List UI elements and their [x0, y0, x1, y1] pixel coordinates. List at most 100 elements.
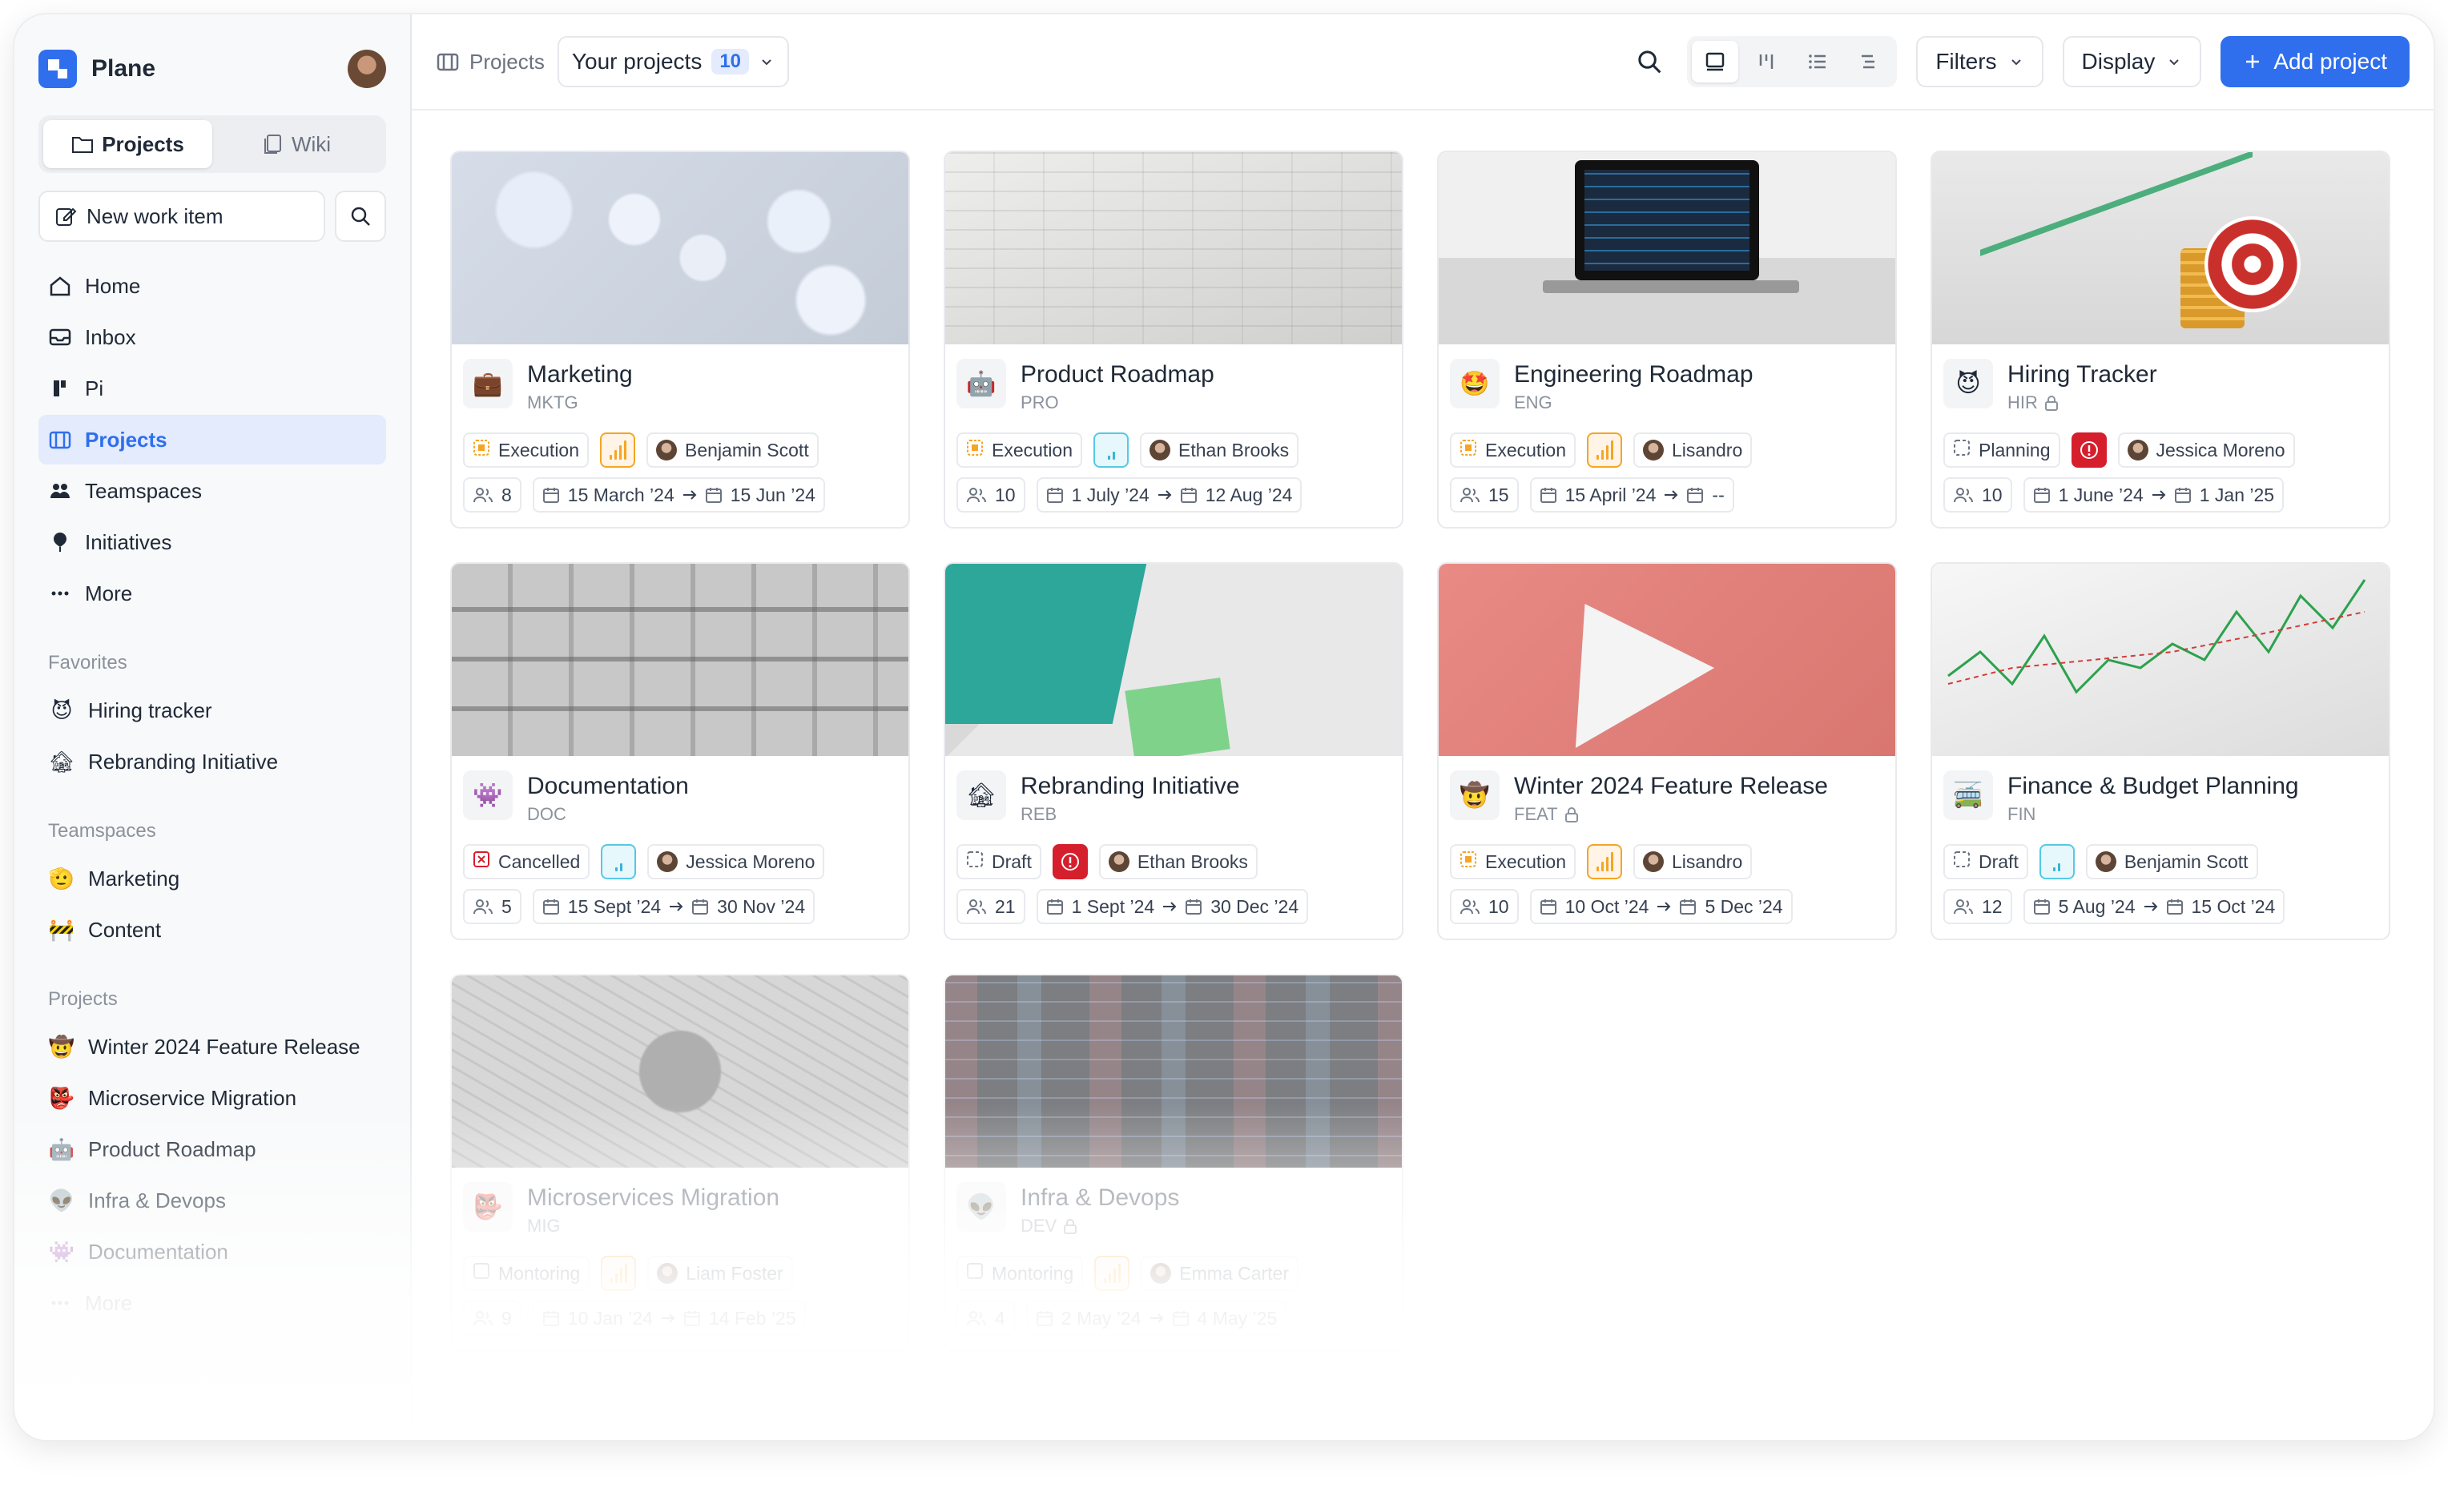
project-card[interactable]: 🤩 Engineering Roadmap ENG Execution Lisa… — [1437, 151, 1897, 529]
priority-urgent-icon[interactable] — [1052, 844, 1088, 879]
projects-more[interactable]: More — [38, 1278, 386, 1328]
priority-low-icon[interactable] — [1093, 432, 1129, 468]
project-date-range[interactable]: 15 March ’24 15 Jun ’24 — [532, 477, 825, 513]
user-avatar[interactable] — [348, 50, 386, 88]
project-card[interactable]: 👽 Infra & Devops DEV Montoring Emma Cart… — [944, 974, 1403, 1352]
new-work-item-button[interactable]: New work item — [38, 191, 325, 242]
tab-wiki[interactable]: Wiki — [212, 120, 381, 168]
project-members-button[interactable]: 15 — [1450, 477, 1519, 513]
project-filter-dropdown[interactable]: Your projects 10 — [557, 36, 790, 87]
favorite-item-hiring-tracker[interactable]: 😈 Hiring tracker — [38, 686, 386, 735]
nav-more[interactable]: More — [38, 569, 386, 618]
project-item-microservice-migration[interactable]: 👺 Microservice Migration — [38, 1073, 386, 1123]
workspace-switcher[interactable]: Plane — [38, 37, 386, 101]
project-date-range[interactable]: 2 May ’24 4 May ’25 — [1025, 1301, 1287, 1336]
project-state-label: Execution — [498, 439, 580, 460]
project-members-button[interactable]: 4 — [956, 1301, 1015, 1336]
teamspace-item-marketing[interactable]: 🫡 Marketing — [38, 854, 386, 903]
project-state-dropdown[interactable]: Montoring — [463, 1256, 590, 1291]
favorites-heading[interactable]: Favorites — [38, 645, 386, 681]
project-item-winter-2024[interactable]: 🤠 Winter 2024 Feature Release — [38, 1022, 386, 1072]
search-icon[interactable] — [1636, 48, 1663, 75]
project-lead-dropdown[interactable]: Jessica Moreno — [647, 844, 825, 879]
project-lead-dropdown[interactable]: Ethan Brooks — [1098, 844, 1258, 879]
priority-low-icon[interactable] — [2039, 844, 2075, 879]
project-card[interactable]: 🤖 Product Roadmap PRO Execution Ethan Br… — [944, 151, 1403, 529]
sidebar-search-button[interactable] — [335, 191, 386, 242]
priority-high-icon[interactable] — [1587, 432, 1623, 468]
project-lead-dropdown[interactable]: Benjamin Scott — [646, 432, 819, 468]
project-date-range[interactable]: 1 June ’24 1 Jan ’25 — [2023, 477, 2285, 513]
project-lead-dropdown[interactable]: Liam Foster — [647, 1256, 793, 1291]
project-lead-dropdown[interactable]: Ethan Brooks — [1140, 432, 1299, 468]
project-members-button[interactable]: 8 — [463, 477, 521, 513]
arrow-right-icon — [682, 490, 697, 500]
timeline-layout-button[interactable] — [1846, 41, 1892, 82]
project-members-button[interactable]: 21 — [956, 889, 1025, 924]
priority-high-icon[interactable] — [1094, 1256, 1130, 1291]
tab-projects[interactable]: Projects — [43, 120, 212, 168]
priority-high-icon[interactable] — [1587, 844, 1623, 879]
project-card[interactable]: 🚎 Finance & Budget Planning FIN Draft Be… — [1931, 562, 2390, 940]
favorite-item-rebranding-initiative[interactable]: 🏚 Rebranding Initiative — [38, 737, 386, 786]
nav-inbox[interactable]: Inbox — [38, 312, 386, 362]
priority-low-icon[interactable] — [601, 844, 637, 879]
project-lead-dropdown[interactable]: Emma Carter — [1141, 1256, 1299, 1291]
nav-home[interactable]: Home — [38, 261, 386, 311]
project-card[interactable]: 🏚 Rebranding Initiative REB Draft Ethan … — [944, 562, 1403, 940]
project-members-button[interactable]: 9 — [463, 1301, 521, 1336]
project-date-range[interactable]: 10 Oct ’24 5 Dec ’24 — [1529, 889, 1793, 924]
project-item-infra-devops[interactable]: 👽 Infra & Devops — [38, 1176, 386, 1225]
project-date-range[interactable]: 15 Sept ’24 30 Nov ’24 — [532, 889, 815, 924]
gallery-layout-button[interactable] — [1692, 41, 1739, 82]
project-members-button[interactable]: 12 — [1943, 889, 2012, 924]
nav-teamspaces[interactable]: Teamspaces — [38, 466, 386, 516]
project-card[interactable]: 👺 Microservices Migration MIG Montoring … — [450, 974, 910, 1352]
project-lead-dropdown[interactable]: Lisandro — [1633, 844, 1753, 879]
projects-more-label: More — [85, 1290, 133, 1315]
nav-projects[interactable]: Projects — [38, 415, 386, 464]
project-state-dropdown[interactable]: Draft — [1943, 844, 2028, 879]
nav-pi[interactable]: Pi — [38, 364, 386, 413]
priority-high-icon[interactable] — [600, 432, 636, 468]
project-state-dropdown[interactable]: Montoring — [956, 1256, 1084, 1291]
project-state-dropdown[interactable]: Execution — [463, 432, 590, 468]
project-members-button[interactable]: 10 — [956, 477, 1025, 513]
project-members-button[interactable]: 10 — [1450, 889, 1519, 924]
project-state-dropdown[interactable]: Execution — [956, 432, 1083, 468]
teamspaces-heading[interactable]: Teamspaces — [38, 814, 386, 849]
project-members-button[interactable]: 10 — [1943, 477, 2012, 513]
project-lead-dropdown[interactable]: Lisandro — [1633, 432, 1753, 468]
priority-high-icon[interactable] — [601, 1256, 637, 1291]
board-layout-button[interactable] — [1743, 41, 1790, 82]
teamspace-item-content[interactable]: 🚧 Content — [38, 905, 386, 955]
project-lead-dropdown[interactable]: Jessica Moreno — [2117, 432, 2295, 468]
project-date-range[interactable]: 10 Jan ’24 14 Feb ’25 — [532, 1301, 806, 1336]
list-layout-button[interactable] — [1794, 41, 1841, 82]
project-date-range[interactable]: 15 April ’24 -- — [1529, 477, 1734, 513]
project-card[interactable]: 🤠 Winter 2024 Feature Release FEAT Execu… — [1437, 562, 1897, 940]
project-date-range[interactable]: 5 Aug ’24 15 Oct ’24 — [2023, 889, 2285, 924]
project-card[interactable]: 😈 Hiring Tracker HIR Planning Jessica Mo… — [1931, 151, 2390, 529]
add-project-button[interactable]: Add project — [2221, 36, 2410, 87]
project-members-button[interactable]: 5 — [463, 889, 521, 924]
project-state-dropdown[interactable]: Cancelled — [463, 844, 590, 879]
project-item-product-roadmap[interactable]: 🤖 Product Roadmap — [38, 1124, 386, 1174]
breadcrumb[interactable]: Projects — [436, 50, 545, 74]
project-state-dropdown[interactable]: Execution — [1450, 844, 1576, 879]
nav-initiatives[interactable]: Initiatives — [38, 517, 386, 567]
project-state-dropdown[interactable]: Draft — [956, 844, 1041, 879]
display-button[interactable]: Display — [2062, 36, 2202, 87]
filters-button[interactable]: Filters — [1916, 36, 2043, 87]
project-date-range[interactable]: 1 Sept ’24 30 Dec ’24 — [1036, 889, 1309, 924]
project-state-dropdown[interactable]: Execution — [1450, 432, 1576, 468]
project-item-documentation[interactable]: 👾 Documentation — [38, 1227, 386, 1277]
project-state-dropdown[interactable]: Planning — [1943, 432, 2060, 468]
project-card[interactable]: 💼 Marketing MKTG Execution Benjamin Scot… — [450, 151, 910, 529]
projects-heading[interactable]: Projects — [38, 982, 386, 1017]
project-date-range[interactable]: 1 July ’24 12 Aug ’24 — [1036, 477, 1303, 513]
project-lead-dropdown[interactable]: Benjamin Scott — [2085, 844, 2258, 879]
priority-urgent-icon[interactable] — [2071, 432, 2107, 468]
state-icon — [1460, 850, 1477, 873]
project-card[interactable]: 👾 Documentation DOC Cancelled Jessica Mo… — [450, 562, 910, 940]
